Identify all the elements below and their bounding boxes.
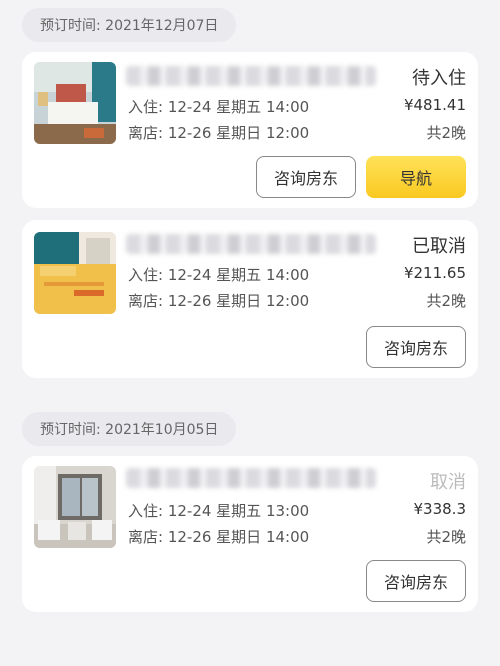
order-card[interactable]: 取消 入住: 12-24 星期五 13:00 ¥338.3 离店: 12-26 … <box>22 456 478 612</box>
room-photo[interactable] <box>34 232 116 314</box>
room-photo[interactable] <box>34 62 116 144</box>
nights-count: 共2晚 <box>426 124 466 142</box>
check-out-time: 离店: 12-26 星期日 14:00 <box>128 528 310 546</box>
room-photo[interactable] <box>34 466 116 548</box>
listing-title-redacted <box>126 468 376 488</box>
listing-title-redacted <box>126 66 376 86</box>
nights-count: 共2晚 <box>426 528 466 546</box>
check-in-time: 入住: 12-24 星期五 13:00 <box>128 502 310 520</box>
order-status: 待入住 <box>412 68 466 89</box>
consult-host-button[interactable]: 咨询房东 <box>256 156 356 198</box>
consult-host-button[interactable]: 咨询房东 <box>366 560 466 602</box>
booking-date-chip: 预订时间: 2021年10月05日 <box>22 412 237 446</box>
order-price: ¥481.41 <box>403 96 466 114</box>
order-price: ¥338.3 <box>413 500 467 518</box>
booking-date-label: 预订时间: 2021年12月07日 <box>40 18 219 34</box>
check-in-time: 入住: 12-24 星期五 14:00 <box>128 98 310 116</box>
check-in-time: 入住: 12-24 星期五 14:00 <box>128 266 310 284</box>
order-status: 取消 <box>430 472 466 493</box>
consult-host-button[interactable]: 咨询房东 <box>366 326 466 368</box>
navigation-button[interactable]: 导航 <box>366 156 466 198</box>
order-card[interactable]: 待入住 入住: 12-24 星期五 14:00 ¥481.41 离店: 12-2… <box>22 52 478 208</box>
listing-title-redacted <box>126 234 376 254</box>
order-status: 已取消 <box>412 236 466 257</box>
order-price: ¥211.65 <box>403 264 466 282</box>
order-card[interactable]: 已取消 入住: 12-24 星期五 14:00 ¥211.65 离店: 12-2… <box>22 220 478 378</box>
booking-date-chip: 预订时间: 2021年12月07日 <box>22 8 237 42</box>
check-out-time: 离店: 12-26 星期日 12:00 <box>128 292 310 310</box>
nights-count: 共2晚 <box>426 292 466 310</box>
check-out-time: 离店: 12-26 星期日 12:00 <box>128 124 310 142</box>
booking-date-label: 预订时间: 2021年10月05日 <box>40 422 219 438</box>
